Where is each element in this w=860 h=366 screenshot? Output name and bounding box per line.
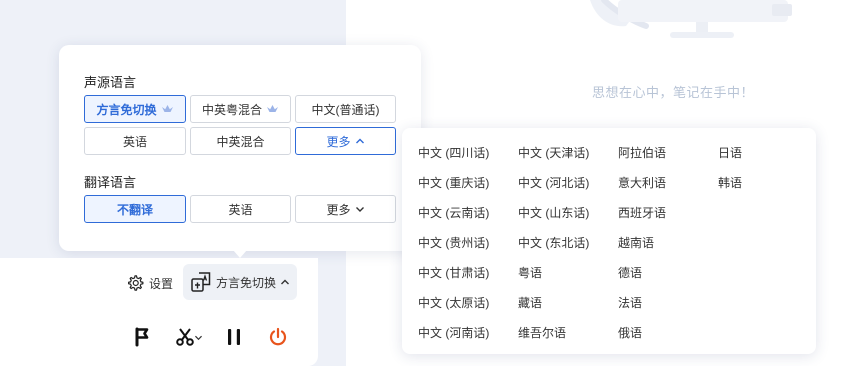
crown-icon <box>161 104 174 114</box>
option-mandarin[interactable]: 中文(普通话) <box>295 95 396 123</box>
language-option[interactable]: 中文 (河南话) <box>418 317 518 347</box>
option-no-translate[interactable]: 不翻译 <box>84 195 186 223</box>
translate-more-button[interactable]: 更多 <box>295 195 396 223</box>
language-option[interactable]: 法语 <box>618 287 718 317</box>
language-option[interactable]: 阿拉伯语 <box>618 137 718 167</box>
language-option[interactable]: 日语 <box>718 137 808 167</box>
option-dialect-auto[interactable]: 方言免切换 <box>84 95 186 123</box>
pause-button[interactable] <box>226 327 242 347</box>
empty-cell <box>718 227 808 257</box>
language-option[interactable]: 中文 (东北话) <box>518 227 618 257</box>
option-zh-en-yue[interactable]: 中英粤混合 <box>190 95 291 123</box>
scissors-icon <box>176 328 194 346</box>
translation-language-title: 翻译语言 <box>84 175 137 190</box>
language-option[interactable]: 中文 (云南话) <box>418 197 518 227</box>
chevron-down-icon <box>355 207 364 212</box>
empty-cell <box>718 257 808 287</box>
chevron-down-icon <box>195 335 202 340</box>
source-more-button[interactable]: 更多 <box>295 127 396 155</box>
language-option[interactable]: 中文 (四川话) <box>418 137 518 167</box>
language-option[interactable]: 中文 (山东话) <box>518 197 618 227</box>
empty-cell <box>718 287 808 317</box>
source-language-title: 声源语言 <box>84 75 137 90</box>
slogan-text: 思想在心中，笔记在手中！ <box>592 85 755 100</box>
pause-icon <box>228 329 240 345</box>
cut-button[interactable] <box>176 327 203 347</box>
crown-icon <box>266 104 279 114</box>
gear-icon <box>128 275 144 291</box>
flag-button[interactable] <box>134 327 150 347</box>
language-option[interactable]: 中文 (河北话) <box>518 167 618 197</box>
language-option[interactable]: 韩语 <box>718 167 808 197</box>
option-english[interactable]: 英语 <box>84 127 186 155</box>
language-option[interactable]: 维吾尔语 <box>518 317 618 347</box>
language-option[interactable]: 粤语 <box>518 257 618 287</box>
language-option[interactable]: 中文 (贵州话) <box>418 227 518 257</box>
language-option[interactable]: 中文 (天津话) <box>518 137 618 167</box>
language-option[interactable]: 德语 <box>618 257 718 287</box>
language-option[interactable]: 越南语 <box>618 227 718 257</box>
chevron-up-icon <box>355 138 364 144</box>
language-option[interactable]: 中文 (太原话) <box>418 287 518 317</box>
language-grid: 中文 (四川话) 中文 (天津话) 阿拉伯语 日语 中文 (重庆话) 中文 (河… <box>418 137 808 347</box>
language-panel: 声源语言 方言免切换 中英粤混合 中文(普通话) 英语 中英混合 更多 翻译语言… <box>59 45 421 251</box>
option-zh-en-mixed[interactable]: 中英混合 <box>190 127 291 155</box>
recording-toolbar <box>0 308 318 366</box>
empty-cell <box>718 317 808 347</box>
chevron-up-icon <box>281 279 289 285</box>
panel-pointer <box>233 250 247 258</box>
option-translate-english[interactable]: 英语 <box>190 195 291 223</box>
language-option[interactable]: 俄语 <box>618 317 718 347</box>
language-option[interactable]: 西班牙语 <box>618 197 718 227</box>
flag-icon <box>135 327 149 347</box>
language-option[interactable]: 中文 (甘肃话) <box>418 257 518 287</box>
stop-button[interactable] <box>268 327 288 347</box>
dialect-switch-button[interactable]: 方言免切换 <box>183 264 297 300</box>
language-option[interactable]: 中文 (重庆话) <box>418 167 518 197</box>
settings-button[interactable]: 设置 <box>126 271 173 295</box>
language-option[interactable]: 藏语 <box>518 287 618 317</box>
empty-cell <box>718 197 808 227</box>
translate-icon <box>191 272 211 292</box>
notebook-illustration <box>590 0 792 38</box>
power-icon <box>269 327 287 346</box>
language-option[interactable]: 意大利语 <box>618 167 718 197</box>
more-languages-popup: 中文 (四川话) 中文 (天津话) 阿拉伯语 日语 中文 (重庆话) 中文 (河… <box>402 128 816 354</box>
